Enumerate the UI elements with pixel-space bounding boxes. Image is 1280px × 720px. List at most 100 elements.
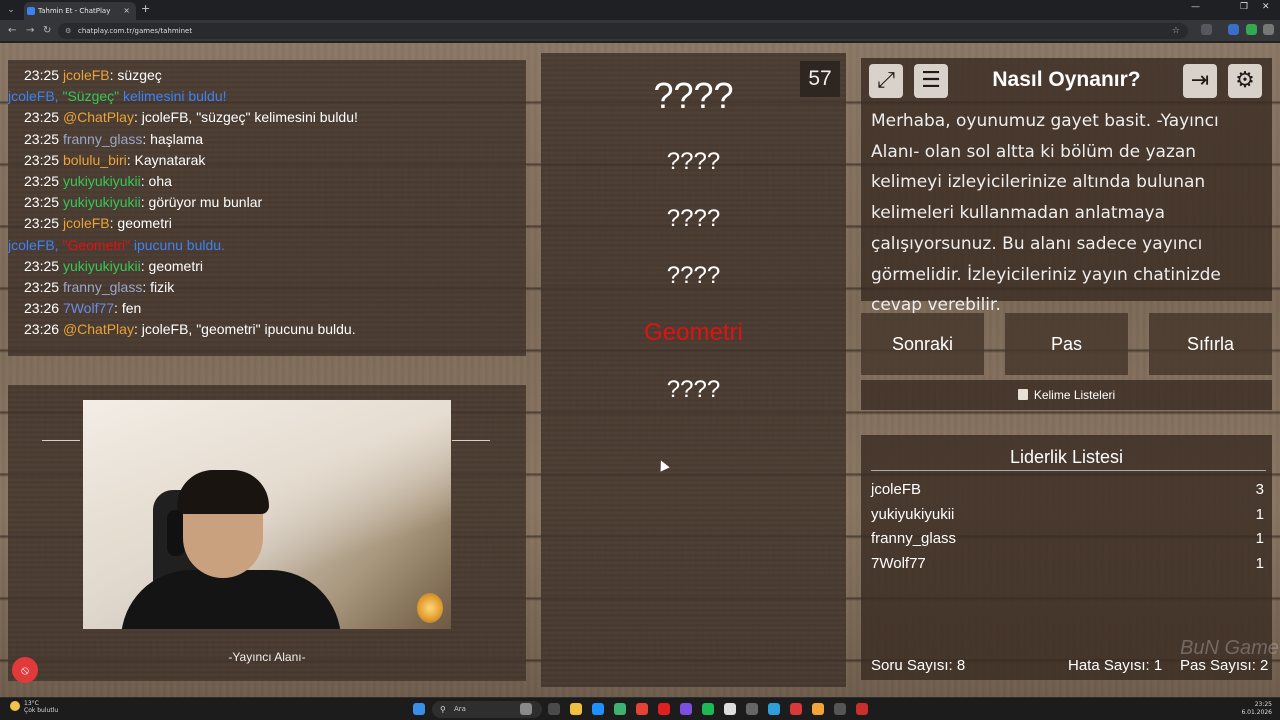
message-time: 23:25 [24, 194, 60, 211]
word-lists-label: Kelime Listeleri [1033, 388, 1116, 402]
taskbar-app-icon[interactable] [520, 703, 532, 715]
extension-icon[interactable] [1246, 24, 1257, 35]
message-username[interactable]: jcoleFB [63, 67, 110, 83]
message-username[interactable]: franny_glass [63, 131, 142, 147]
system-message-highlight: "Geometri" [62, 236, 130, 253]
message-username[interactable]: jcoleFB [63, 215, 110, 231]
player-score: 1 [1255, 530, 1264, 547]
message-username[interactable]: yukiyukiyukii [63, 194, 141, 210]
browser-menu-icon[interactable] [1263, 24, 1274, 35]
reload-icon[interactable]: ↻ [43, 25, 51, 36]
record-button[interactable]: ⦸ [12, 657, 38, 683]
message-username[interactable]: franny_glass [63, 279, 142, 295]
message-text: : geometri [140, 257, 203, 274]
question-count: Soru Sayısı: 8 [871, 657, 966, 674]
system-message-highlight: "Süzgeç" [62, 88, 120, 105]
taskbar-app-icon[interactable] [614, 703, 626, 715]
bookmark-star-icon[interactable]: ☆ [1172, 23, 1180, 39]
error-count: Hata Sayısı: 1 [1068, 657, 1163, 674]
how-to-play-text: Merhaba, oyunumuz gayet basit. -Yayıncı … [871, 111, 1221, 316]
message-time: 23:25 [24, 215, 60, 232]
exit-icon[interactable]: ⇥ [1183, 64, 1217, 98]
taskbar-app-icon[interactable] [636, 703, 648, 715]
taskbar-app-icon[interactable] [746, 703, 758, 715]
system-clock[interactable]: 23:25 6.01.2026 [1241, 701, 1272, 717]
watermark-logo: BuN Game [1180, 637, 1279, 659]
word-lists-button[interactable]: Kelime Listeleri [861, 380, 1272, 410]
task-view-icon[interactable] [548, 703, 560, 715]
tab-list-chevron-icon[interactable]: ⌄ [4, 3, 18, 17]
settings-icon[interactable]: ⚙ [1228, 64, 1262, 98]
chat-message: 23:25 yukiyukiyukii: oha [24, 171, 526, 192]
taskbar-app-icon[interactable] [724, 703, 736, 715]
message-time: 23:25 [24, 67, 60, 83]
close-window-button[interactable]: ✕ [1262, 2, 1270, 12]
message-time: 23:25 [24, 279, 60, 296]
message-text: : görüyor mu bunlar [140, 194, 263, 211]
taskbar-app-icon[interactable] [790, 703, 802, 715]
taskbar-app-icon[interactable] [680, 703, 692, 715]
chat-panel: 23:25 jcoleFB: süzgeç jcoleFB, "Süzgeç" k… [8, 60, 526, 356]
message-time: 23:25 [24, 151, 60, 168]
taskbar-app-icon[interactable] [834, 703, 846, 715]
message-text: : jcoleFB, "süzgeç" kelimesini buldu! [133, 109, 358, 126]
chat-system-message: jcoleFB, "Geometri" ipucunu buldu. [8, 235, 526, 256]
taskbar-app-icon[interactable] [658, 703, 670, 715]
taskbar-app-icon[interactable] [768, 703, 780, 715]
message-text: : haşlama [142, 130, 204, 147]
chat-message: 23:26 7Wolf77: fen [24, 298, 526, 319]
weather-icon [10, 701, 20, 711]
tab-close-icon[interactable]: × [123, 2, 130, 20]
message-username[interactable]: 7Wolf77 [63, 300, 114, 316]
message-text: : fizik [142, 279, 175, 296]
next-button[interactable]: Sonraki [861, 313, 984, 375]
divider [871, 470, 1266, 471]
chat-message: 23:25 franny_glass: fizik [24, 277, 526, 298]
weather-widget[interactable]: 13°C Çok bulutlu [10, 700, 58, 714]
chat-system-message: jcoleFB, "Süzgeç" kelimesini buldu! [8, 86, 526, 107]
message-username[interactable]: bolulu_biri [63, 152, 127, 168]
streamer-area-label: -Yayıncı Alanı- [228, 650, 306, 664]
minimize-button[interactable]: — [1191, 2, 1200, 12]
new-tab-button[interactable]: + [141, 2, 150, 15]
file-explorer-icon[interactable] [570, 703, 582, 715]
chat-message: 23:26 @ChatPlay: jcoleFB, "geometri" ipu… [24, 319, 526, 340]
site-info-icon[interactable]: ⚙ [65, 23, 71, 39]
reset-button[interactable]: Sıfırla [1149, 313, 1272, 375]
search-placeholder: Ara [454, 705, 466, 713]
message-text: : jcoleFB, "geometri" ipucunu buldu. [133, 321, 356, 338]
message-username[interactable]: yukiyukiyukii [63, 173, 141, 189]
chat-message: 23:25 yukiyukiyukii: görüyor mu bunlar [24, 192, 526, 213]
game-page: 23:25 jcoleFB: süzgeç jcoleFB, "Süzgeç" k… [0, 43, 1280, 697]
chat-message: 23:25 jcoleFB: geometri [24, 213, 526, 234]
message-time: 23:25 [24, 109, 60, 126]
word-column: 57 ???? ???? ???? ???? Geometri ???? [541, 53, 846, 687]
start-icon[interactable] [413, 703, 425, 715]
forward-icon[interactable]: → [26, 25, 34, 36]
chrome-icon[interactable] [812, 703, 824, 715]
extension-icon[interactable] [1228, 24, 1239, 35]
message-username[interactable]: @ChatPlay [63, 321, 134, 337]
url-field[interactable]: ⚙ chatplay.com.tr/games/tahminet ☆ [58, 23, 1188, 39]
message-username[interactable]: @ChatPlay [63, 109, 134, 125]
chat-message: 23:25 @ChatPlay: jcoleFB, "süzgeç" kelim… [24, 107, 526, 128]
taskbar-app-icon[interactable] [856, 703, 868, 715]
back-icon[interactable]: ← [8, 25, 16, 36]
taskbar: 13°C Çok bulutlu ⚲ Ara 23:25 6.01.2026 [0, 697, 1280, 720]
browser-tab[interactable]: Tahmin Et - ChatPlay × [24, 2, 136, 20]
maximize-button[interactable]: ❐ [1240, 2, 1248, 12]
edge-icon[interactable] [592, 703, 604, 715]
leaderboard-row: 7Wolf77 1 [871, 555, 1264, 572]
clock-date: 6.01.2026 [1241, 709, 1272, 716]
extension-icon[interactable] [1201, 24, 1212, 35]
leaderboard-row: franny_glass 1 [871, 530, 1264, 547]
hint-word: ???? [666, 262, 721, 289]
system-message-text: jcoleFB, [8, 236, 63, 253]
message-time: 23:25 [24, 257, 60, 274]
pass-button[interactable]: Pas [1005, 313, 1128, 375]
spotify-icon[interactable] [702, 703, 714, 715]
player-name: 7Wolf77 [871, 555, 926, 572]
url-text: chatplay.com.tr/games/tahminet [78, 27, 193, 35]
message-username[interactable]: yukiyukiyukii [63, 258, 141, 274]
player-score: 3 [1255, 481, 1264, 498]
